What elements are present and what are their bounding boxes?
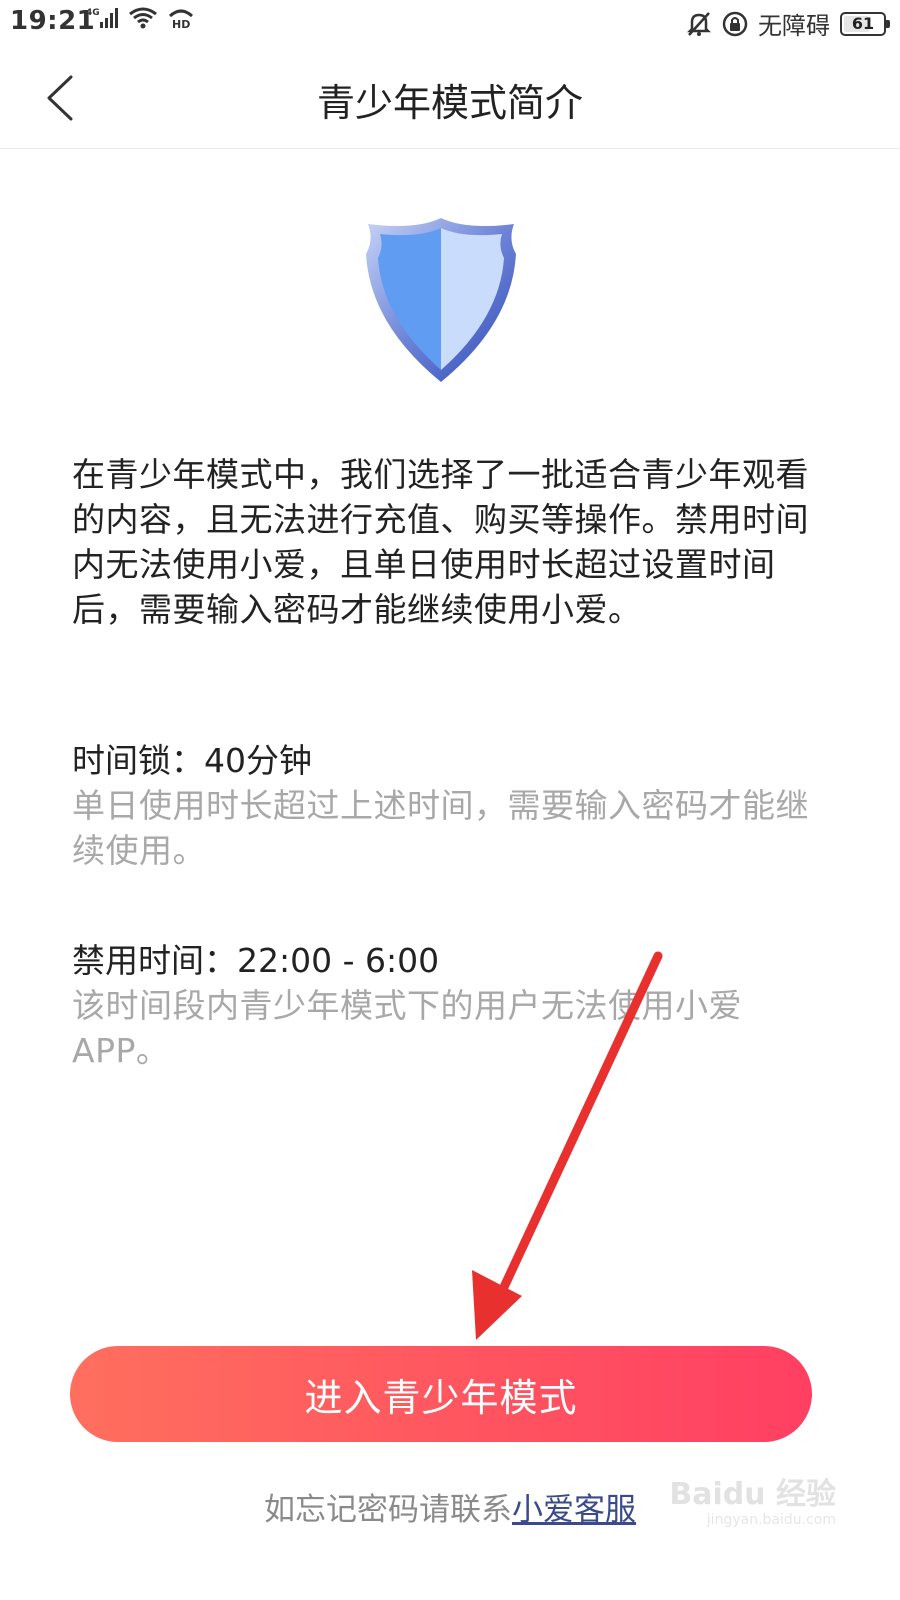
battery-level: 61 (851, 14, 875, 33)
intro-paragraph: 在青少年模式中，我们选择了一批适合青少年观看的内容，且无法进行充值、购买等操作。… (72, 455, 809, 629)
page-title: 青少年模式简介 (316, 81, 583, 125)
wifi-icon (129, 7, 157, 29)
hd-call-icon: HD (168, 9, 194, 30)
enter-teen-mode-button[interactable]: 进入青少年模式 (70, 1346, 812, 1442)
nav-bar: 青少年模式简介 (0, 48, 900, 149)
curfew-description: 该时间段内青少年模式下的用户无法使用小爱APP。 (72, 986, 742, 1070)
baidu-jingyan-watermark: Baidu 经验 jingyan.baidu.com (669, 1477, 836, 1529)
accessibility-label: 无障碍 (758, 12, 830, 40)
hd-label: HD (172, 18, 190, 30)
signal-icon: 4G (86, 8, 118, 28)
network-type-label: 4G (86, 8, 100, 18)
bell-muted-icon (686, 11, 712, 36)
battery-icon: 61 (840, 11, 890, 36)
forgot-password-prefix: 如忘记密码请联系 (264, 1492, 512, 1528)
watermark-url: jingyan.baidu.com (706, 1512, 836, 1528)
time-lock-description: 单日使用时长超过上述时间，需要输入密码才能继续使用。 (72, 786, 809, 870)
status-left-icons: 4G HD (86, 6, 196, 30)
time-lock-heading: 时间锁：40分钟 (72, 741, 312, 780)
status-time: 19:21 (10, 6, 96, 36)
watermark-brand: Baidu 经验 (669, 1477, 836, 1512)
shield-icon (366, 218, 516, 382)
time-lock-section: 时间锁：40分钟 单日使用时长超过上述时间，需要输入密码才能继续使用。 (72, 738, 812, 873)
curfew-section: 禁用时间：22:00 - 6:00 该时间段内青少年模式下的用户无法使用小爱AP… (72, 938, 812, 1073)
curfew-heading: 禁用时间：22:00 - 6:00 (72, 941, 440, 980)
status-right-icons: 无障碍 61 (686, 6, 890, 41)
status-bar: 19:21 4G HD 无障碍 61 (0, 0, 900, 48)
customer-service-link[interactable]: 小爱客服 (512, 1492, 636, 1528)
lock-circle-icon (722, 11, 748, 36)
